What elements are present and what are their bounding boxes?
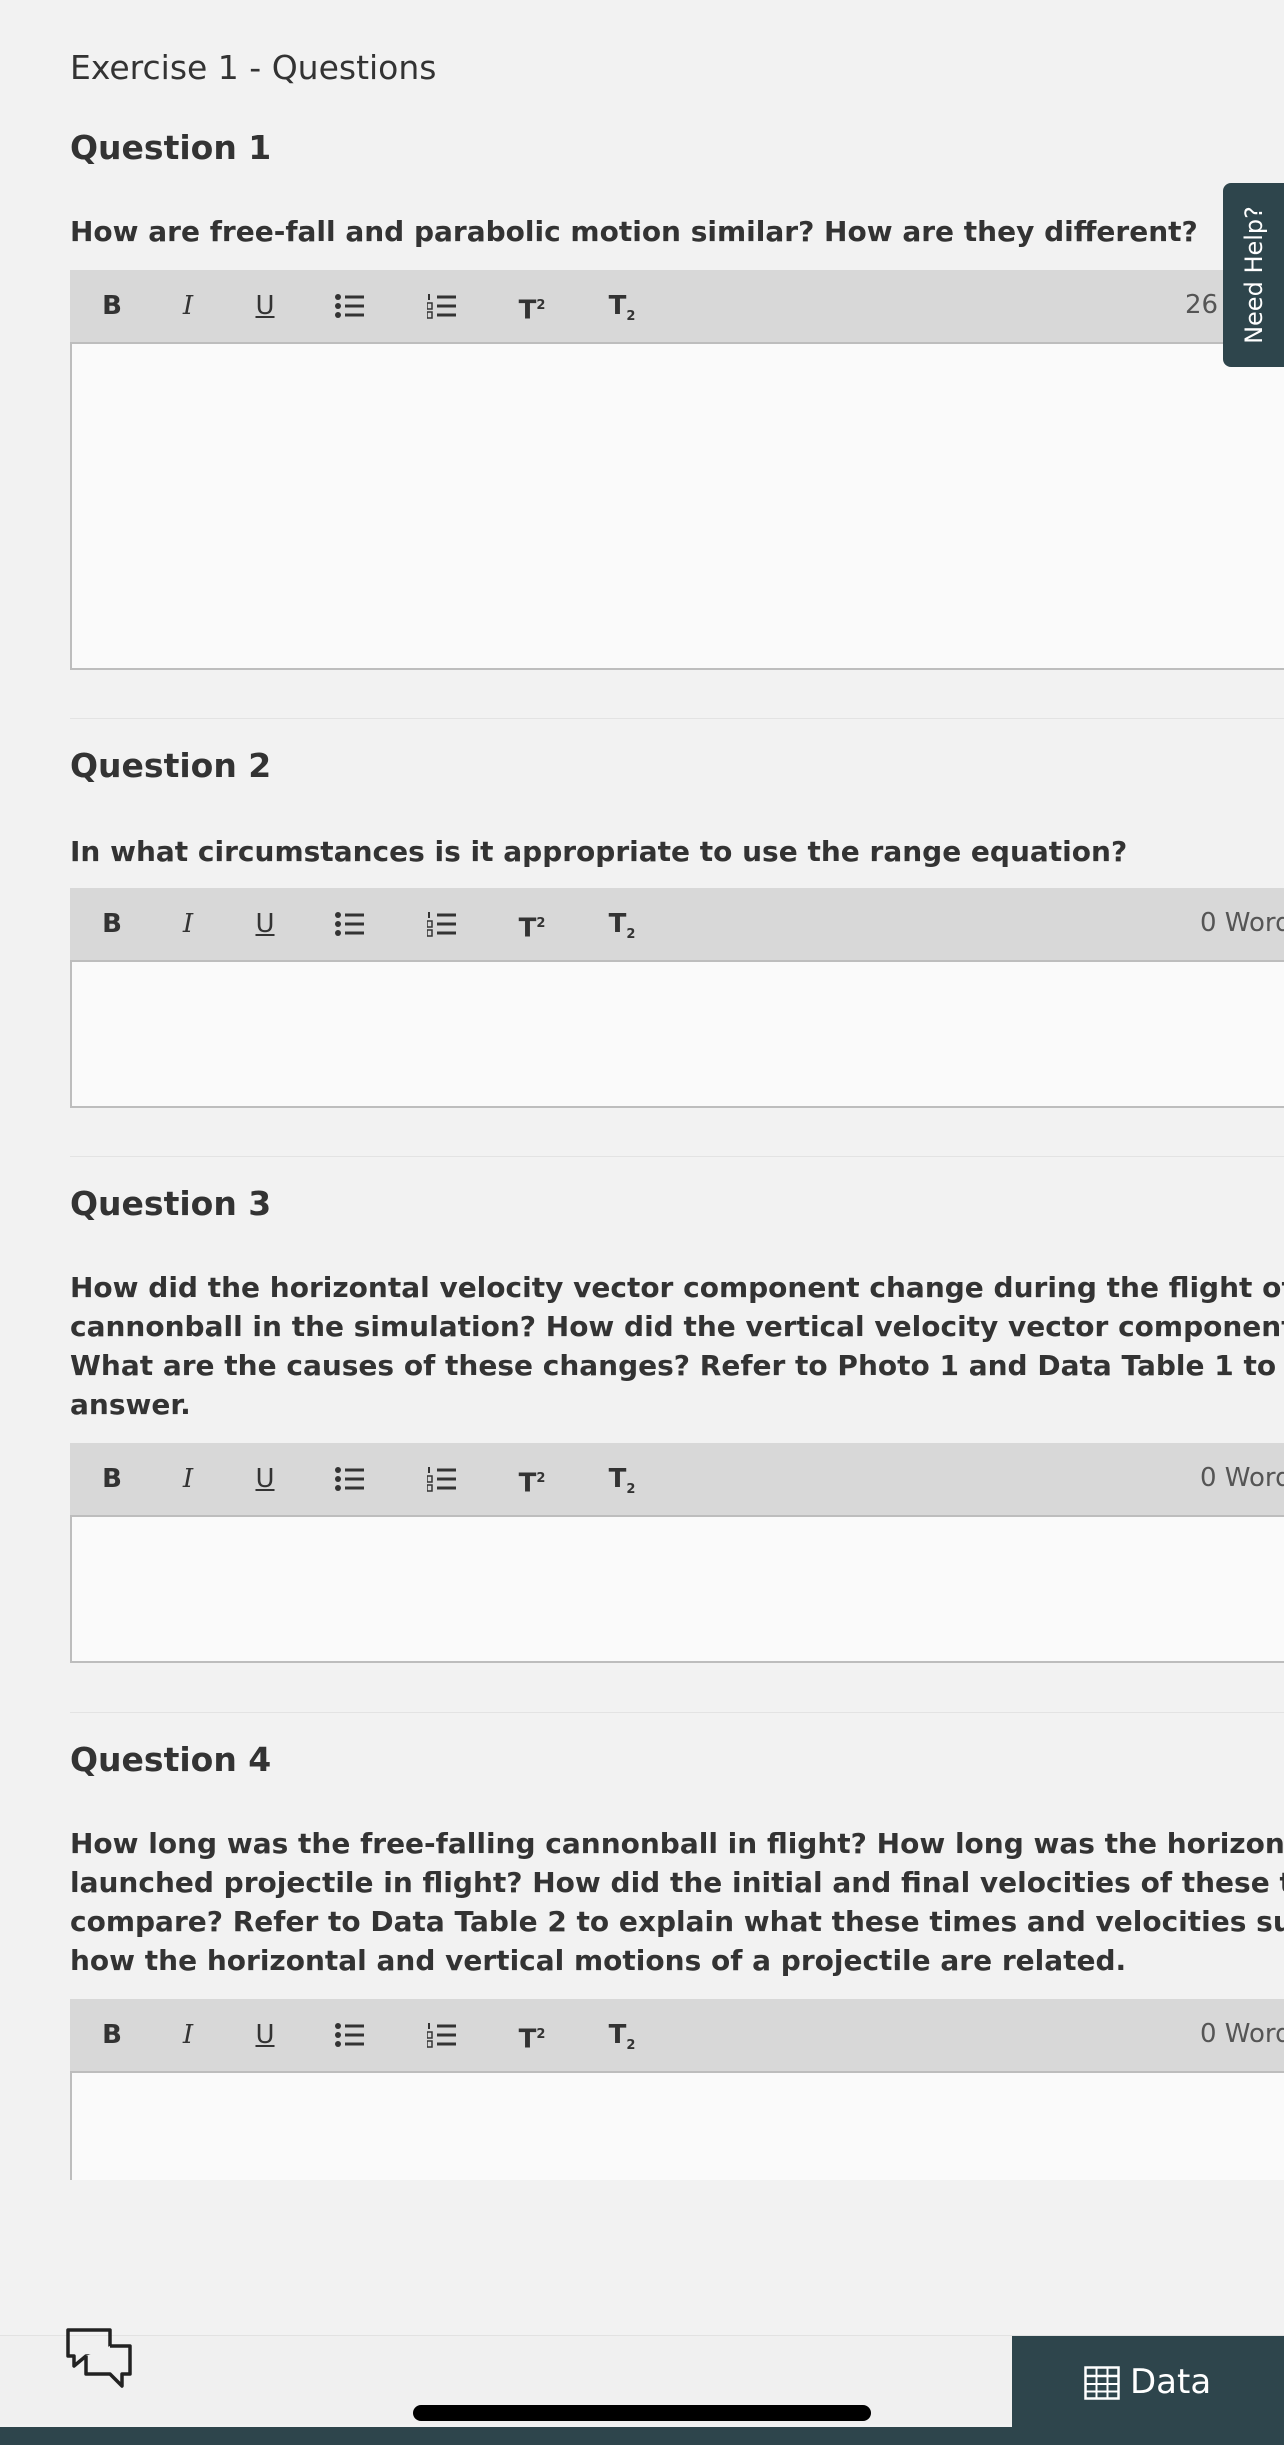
numbered-list-icon xyxy=(427,1467,456,1492)
divider xyxy=(70,1156,1284,1157)
subscript-label: T xyxy=(608,909,627,939)
table-icon xyxy=(1084,2366,1120,2400)
question-text-line: cannonball in the simulation? How did th… xyxy=(70,1310,1284,1343)
word-count: 0 Word xyxy=(1200,2019,1284,2049)
bullet-list-icon xyxy=(335,2023,364,2047)
exercise-title: Exercise 1 - Questions xyxy=(70,48,437,87)
bullet-list-button[interactable] xyxy=(328,1461,372,1497)
question-text-line: How long was the free-falling cannonball… xyxy=(70,1827,1284,1860)
bullet-list-button[interactable] xyxy=(328,2017,372,2053)
numbered-list-button[interactable] xyxy=(420,1461,464,1497)
subscript-small: 2 xyxy=(626,2038,636,2054)
subscript-button[interactable]: T2 xyxy=(600,2017,644,2053)
numbered-list-button[interactable] xyxy=(420,288,464,324)
subscript-small: 2 xyxy=(626,927,636,943)
answer-editor[interactable] xyxy=(70,1515,1284,1663)
italic-button[interactable]: I xyxy=(166,288,210,324)
superscript-button[interactable]: T2 xyxy=(510,288,554,326)
superscript-small: 2 xyxy=(536,2027,546,2042)
need-help-tab[interactable]: Need Help? xyxy=(1223,183,1284,367)
word-count: 26 xyxy=(1185,290,1219,320)
underline-button[interactable]: U xyxy=(243,1461,287,1497)
bullet-list-icon xyxy=(335,1467,364,1491)
chat-button[interactable] xyxy=(64,2326,134,2396)
editor-toolbar: B I U T2 T2 26 xyxy=(70,270,1284,344)
question-text-line: In what circumstances is it appropriate … xyxy=(70,835,1128,868)
answer-editor[interactable] xyxy=(70,960,1284,1108)
question-text-line: What are the causes of these changes? Re… xyxy=(70,1349,1284,1382)
numbered-list-icon xyxy=(427,2023,456,2048)
question-text: In what circumstances is it appropriate … xyxy=(70,832,1284,871)
underline-button[interactable]: U xyxy=(243,288,287,324)
editor-toolbar: B I U T2 T2 0 Word xyxy=(70,888,1284,962)
italic-button[interactable]: I xyxy=(166,1461,210,1497)
question-text-line: launched projectile in flight? How did t… xyxy=(70,1866,1284,1899)
superscript-label: T xyxy=(518,295,537,326)
question-title: Question 4 xyxy=(70,1740,272,1779)
chat-icon xyxy=(66,2328,132,2388)
bold-button[interactable]: B xyxy=(90,2017,134,2053)
divider xyxy=(70,1712,1284,1713)
subscript-label: T xyxy=(608,2020,627,2050)
subscript-label: T xyxy=(608,291,627,321)
question-text-line: answer. xyxy=(70,1388,191,1421)
data-button-label: Data xyxy=(1130,2362,1212,2402)
bold-button[interactable]: B xyxy=(90,1461,134,1497)
word-count: 0 Word xyxy=(1200,908,1284,938)
question-title: Question 1 xyxy=(70,128,272,167)
superscript-button[interactable]: T2 xyxy=(510,906,554,944)
underline-button[interactable]: U xyxy=(243,906,287,942)
superscript-label: T xyxy=(518,913,537,944)
subscript-button[interactable]: T2 xyxy=(600,1461,644,1497)
superscript-button[interactable]: T2 xyxy=(510,2017,554,2055)
answer-editor[interactable] xyxy=(70,342,1284,670)
question-text-line: how the horizontal and vertical motions … xyxy=(70,1944,1127,1977)
bullet-list-button[interactable] xyxy=(328,906,372,942)
answer-editor[interactable] xyxy=(70,2071,1284,2180)
superscript-button[interactable]: T2 xyxy=(510,1461,554,1499)
editor-toolbar: B I U T2 T2 0 Word xyxy=(70,1999,1284,2073)
italic-button[interactable]: I xyxy=(166,906,210,942)
home-indicator xyxy=(413,2405,871,2421)
questions-panel: Exercise 1 - Questions Question 1 How ar… xyxy=(70,0,1284,2180)
bullet-list-icon xyxy=(335,912,364,936)
subscript-button[interactable]: T2 xyxy=(600,906,644,942)
superscript-label: T xyxy=(518,2024,537,2055)
question-title: Question 2 xyxy=(70,746,272,785)
subscript-button[interactable]: T2 xyxy=(600,288,644,324)
question-4: Question 4 How long was the free-falling… xyxy=(70,1740,1284,2180)
subscript-small: 2 xyxy=(626,1482,636,1498)
word-count: 0 Word xyxy=(1200,1463,1284,1493)
divider xyxy=(70,718,1284,719)
numbered-list-button[interactable] xyxy=(420,2017,464,2053)
bold-button[interactable]: B xyxy=(90,906,134,942)
italic-button[interactable]: I xyxy=(166,2017,210,2053)
question-text: How did the horizontal velocity vector c… xyxy=(70,1268,1284,1424)
bold-button[interactable]: B xyxy=(90,288,134,324)
need-help-label: Need Help? xyxy=(1239,206,1268,344)
question-title: Question 3 xyxy=(70,1184,272,1223)
question-3: Question 3 How did the horizontal veloci… xyxy=(70,1184,1284,1664)
question-text: How are free-fall and parabolic motion s… xyxy=(70,212,1284,251)
subscript-small: 2 xyxy=(626,309,636,325)
question-2: Question 2 In what circumstances is it a… xyxy=(70,746,1284,1116)
question-text-line: How are free-fall and parabolic motion s… xyxy=(70,215,1198,248)
editor-toolbar: B I U T2 T2 0 Word xyxy=(70,1443,1284,1517)
numbered-list-button[interactable] xyxy=(420,906,464,942)
numbered-list-icon xyxy=(427,912,456,937)
superscript-label: T xyxy=(518,1468,537,1499)
numbered-list-icon xyxy=(427,294,456,319)
superscript-small: 2 xyxy=(536,298,546,313)
question-text-line: compare? Refer to Data Table 2 to explai… xyxy=(70,1905,1284,1938)
question-text-line: How did the horizontal velocity vector c… xyxy=(70,1271,1284,1304)
bullet-list-button[interactable] xyxy=(328,288,372,324)
superscript-small: 2 xyxy=(536,1471,546,1486)
question-text: How long was the free-falling cannonball… xyxy=(70,1824,1284,1980)
underline-button[interactable]: U xyxy=(243,2017,287,2053)
bottom-strip xyxy=(0,2427,1284,2445)
subscript-label: T xyxy=(608,1464,627,1494)
question-1: Question 1 How are free-fall and parabol… xyxy=(70,128,1284,670)
bullet-list-icon xyxy=(335,294,364,318)
superscript-small: 2 xyxy=(536,916,546,931)
